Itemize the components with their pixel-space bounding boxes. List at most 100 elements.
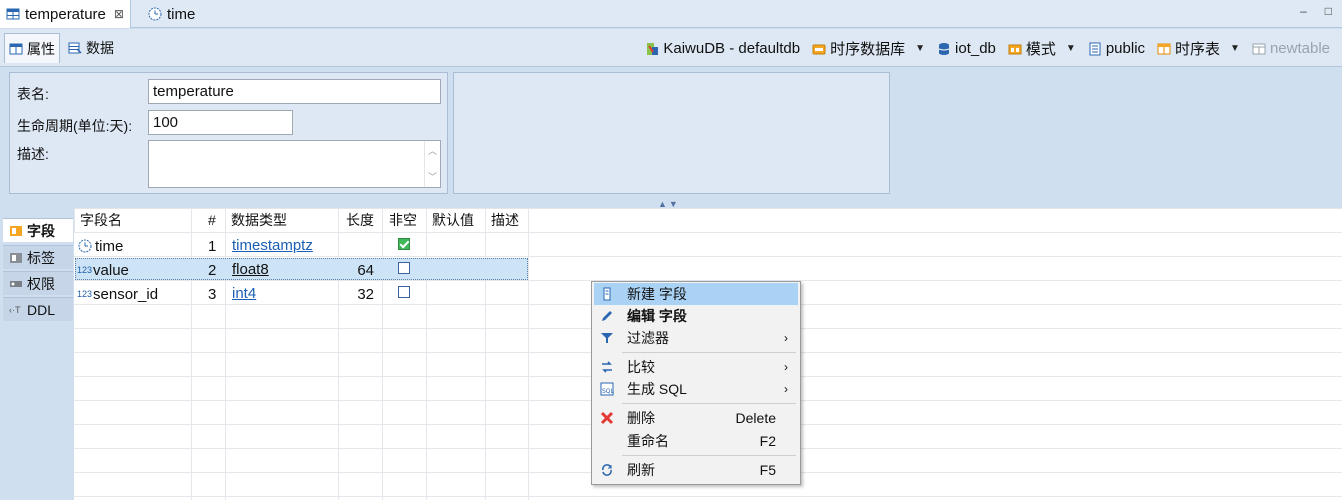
menu-item-compare[interactable]: 比较 › bbox=[594, 356, 798, 378]
tab-fields[interactable]: 字段 bbox=[3, 218, 73, 242]
chevron-right-icon: › bbox=[784, 331, 788, 345]
not-null-checkbox[interactable] bbox=[398, 232, 410, 256]
table-name-label: 表名: bbox=[17, 86, 49, 102]
database-connection-icon bbox=[645, 42, 659, 56]
menu-item-new-field[interactable]: 新建 字段 bbox=[594, 283, 798, 305]
column-header-name[interactable]: 字段名 bbox=[74, 208, 122, 232]
field-type-link[interactable]: float8 bbox=[232, 257, 269, 281]
maximize-icon[interactable]: □ bbox=[1325, 4, 1332, 18]
chevron-down-icon[interactable]: ▼ bbox=[1066, 43, 1076, 54]
menu-item-rename[interactable]: 重命名 F2 bbox=[594, 430, 798, 452]
chevron-down-icon[interactable]: ▼ bbox=[1230, 43, 1240, 54]
clock-icon bbox=[148, 7, 162, 21]
new-field-icon bbox=[600, 287, 614, 301]
key-icon bbox=[9, 277, 23, 291]
menu-item-refresh[interactable]: 刷新 F5 bbox=[594, 459, 798, 481]
schema-icon bbox=[1008, 42, 1022, 56]
lifecycle-input[interactable] bbox=[148, 110, 293, 135]
scrollbar[interactable]: ︿ ﹀ bbox=[424, 141, 440, 187]
breadcrumb-schema[interactable]: 模式 ▼ bbox=[1008, 38, 1076, 59]
field-type-link[interactable]: timestamptz bbox=[232, 233, 313, 257]
editor-tab-label: time bbox=[167, 5, 196, 23]
field-name: time bbox=[95, 237, 124, 255]
breadcrumb-ts-database[interactable]: 时序数据库 ▼ bbox=[812, 38, 925, 59]
tab-label: 属性 bbox=[27, 40, 55, 57]
table-properties-extra-panel bbox=[453, 72, 890, 194]
field-name: sensor_id bbox=[93, 285, 159, 303]
table-icon bbox=[1252, 42, 1266, 56]
tab-tags[interactable]: 标签 bbox=[3, 245, 73, 269]
numeric-type-icon: 123 bbox=[77, 265, 93, 275]
chevron-right-icon: › bbox=[784, 360, 788, 374]
table-row[interactable]: 123 sensor_id bbox=[77, 282, 158, 306]
compare-icon bbox=[600, 360, 614, 374]
tag-icon bbox=[9, 251, 23, 265]
breadcrumb-database[interactable]: iot_db bbox=[937, 40, 996, 57]
lifecycle-label: 生命周期(单位:天): bbox=[17, 118, 133, 134]
ts-table-icon bbox=[1157, 42, 1171, 56]
column-header-not-null[interactable]: 非空 bbox=[383, 208, 417, 232]
context-menu: 新建 字段 编辑 字段 过滤器 › 比较 › SQL 生成 SQL › 删除 D… bbox=[591, 281, 801, 485]
breadcrumb-newtable[interactable]: newtable bbox=[1252, 40, 1330, 57]
tab-ddl[interactable]: ‹·T DDL bbox=[3, 297, 73, 321]
field-index: 2 bbox=[208, 261, 217, 279]
breadcrumb-ts-table[interactable]: 时序表 ▼ bbox=[1157, 38, 1240, 59]
ts-database-icon bbox=[812, 42, 826, 56]
menu-item-filter[interactable]: 过滤器 › bbox=[594, 327, 798, 349]
not-null-checkbox[interactable] bbox=[398, 280, 410, 304]
field-index: 1 bbox=[208, 237, 217, 255]
sql-icon: SQL bbox=[600, 382, 615, 396]
delete-icon bbox=[600, 411, 614, 425]
breadcrumb: KaiwuDB - defaultdb 时序数据库 ▼ iot_db 模式 ▼ bbox=[633, 38, 1330, 59]
numeric-type-icon: 123 bbox=[77, 289, 93, 299]
table-icon bbox=[6, 7, 20, 21]
svg-text:SQL: SQL bbox=[602, 388, 614, 395]
close-icon[interactable]: ⊠ bbox=[114, 7, 124, 21]
pencil-icon bbox=[600, 309, 614, 323]
database-icon bbox=[937, 42, 951, 56]
editor-tab-time[interactable]: time bbox=[142, 0, 201, 28]
field-length: 32 bbox=[357, 285, 374, 303]
field-length: 64 bbox=[357, 261, 374, 279]
chevron-down-icon[interactable]: ▼ bbox=[915, 43, 925, 54]
menu-item-generate-sql[interactable]: SQL 生成 SQL › bbox=[594, 378, 798, 400]
field-type-link[interactable]: int4 bbox=[232, 281, 256, 305]
selected-row-highlight bbox=[75, 258, 528, 280]
chevron-right-icon: › bbox=[784, 382, 788, 396]
breadcrumb-connection[interactable]: KaiwuDB - defaultdb bbox=[645, 40, 800, 57]
filter-icon bbox=[600, 331, 614, 345]
tab-permissions[interactable]: 权限 bbox=[3, 271, 73, 295]
minimize-icon[interactable]: – bbox=[1300, 4, 1307, 18]
table-row[interactable]: 123 value bbox=[77, 258, 129, 282]
tab-data[interactable]: 数据 bbox=[64, 33, 118, 63]
not-null-checkbox[interactable] bbox=[398, 256, 410, 280]
editor-tab-temperature[interactable]: temperature ⊠ bbox=[0, 0, 131, 28]
menu-item-edit-field[interactable]: 编辑 字段 bbox=[594, 305, 798, 327]
column-header-default[interactable]: 默认值 bbox=[426, 208, 474, 232]
tab-properties[interactable]: 属性 bbox=[4, 33, 60, 63]
editor-tab-label: temperature bbox=[25, 5, 106, 23]
data-grid-icon bbox=[68, 41, 82, 55]
editor-toolbar: 属性 数据 KaiwuDB - defaultdb 时序数据库 ▼ iot_db bbox=[0, 29, 1342, 67]
menu-item-delete[interactable]: 删除 Delete bbox=[594, 407, 798, 429]
breadcrumb-public[interactable]: public bbox=[1088, 40, 1145, 57]
document-icon bbox=[1088, 42, 1102, 56]
field-index: 3 bbox=[208, 285, 217, 303]
field-length bbox=[338, 234, 382, 258]
field-name: value bbox=[93, 261, 129, 279]
table-icon bbox=[9, 42, 23, 56]
description-textarea[interactable]: ︿ ﹀ bbox=[148, 140, 441, 188]
table-row[interactable]: time bbox=[78, 234, 123, 258]
column-header-type[interactable]: 数据类型 bbox=[225, 208, 287, 232]
column-header-comment[interactable]: 描述 bbox=[485, 208, 519, 232]
column-header-length[interactable]: 长度 bbox=[340, 208, 374, 232]
description-label: 描述: bbox=[17, 146, 49, 162]
refresh-icon bbox=[600, 463, 614, 477]
tab-label: 数据 bbox=[86, 40, 114, 56]
ddl-icon: ‹·T bbox=[9, 304, 21, 315]
column-header-index[interactable]: # bbox=[202, 208, 216, 232]
table-properties-panel: 表名: 生命周期(单位:天): 描述: ︿﹀ bbox=[9, 72, 448, 194]
columns-icon bbox=[9, 224, 23, 238]
table-name-input[interactable] bbox=[148, 79, 441, 104]
editor-tab-bar: temperature ⊠ time – □ bbox=[0, 0, 1342, 28]
